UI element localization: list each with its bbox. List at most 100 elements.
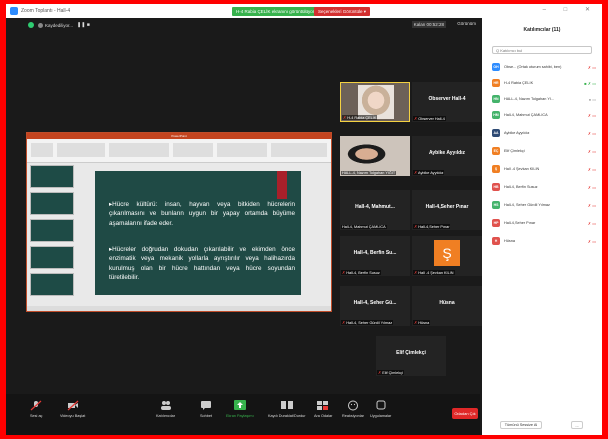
participant-name: Hall-4,Seher Pınar (504, 221, 536, 225)
participant-row[interactable]: HS Hall-4, Seher Gürdil Yılmaz ✗ ▭ (492, 200, 598, 210)
participant-tile-aybike[interactable]: Aybike Ayyıldız ✗ Aybike Ayyıldız (412, 136, 482, 176)
tile-name: Hall-4, Berfin Su... (353, 250, 397, 256)
more-options-button[interactable]: ... (571, 421, 583, 429)
participant-name: Hall-4, Berfin Susuz (504, 185, 538, 189)
powerpoint-status-bar (27, 306, 331, 311)
mic-video-status-icon: ✗ ▭ (587, 112, 596, 118)
window-title: Zoom Toplantı - Hall-4 (21, 8, 71, 14)
slide-thumbnail[interactable] (30, 192, 74, 215)
breakout-rooms-icon (317, 401, 329, 410)
participant-row[interactable]: Ş Hall -4 Şevkan KILIN ✗ ▭ (492, 164, 598, 174)
participant-row[interactable]: HN HALL-4, Nazım Tolgahan Yİ... ● ▭ (492, 94, 598, 104)
view-toggle-button[interactable]: Görünüm (457, 21, 476, 26)
tile-name: Hall-4, Seher Gü... (353, 300, 397, 306)
share-screen-button[interactable]: Ekran Paylaşımı (226, 400, 254, 418)
tile-label: ✗ Elif Çimlekçi (377, 370, 404, 375)
start-video-button[interactable]: Videoyu Başlat (60, 400, 85, 418)
slide-thumbnail[interactable] (30, 246, 74, 269)
shared-screen: PowerPoint ▸Hücre kültürü: insan, hayvan… (26, 132, 332, 312)
tile-name: Observer Hall-4 (428, 96, 466, 102)
participant-tile-elif[interactable]: Elif Çimlekçi ✗ Elif Çimlekçi (376, 336, 446, 376)
avatar: Ş (434, 240, 460, 266)
participant-row[interactable]: HB Hall-4, Berfin Susuz ✗ ▭ (492, 182, 598, 192)
participant-video (358, 85, 394, 119)
smiley-icon (347, 400, 358, 411)
mic-video-status-icon: ✗ ▭ (587, 166, 596, 172)
muted-mic-icon (30, 400, 42, 411)
chat-icon (201, 401, 212, 410)
tile-name: Hall-4,Seher Pınar (425, 204, 469, 210)
tile-label: ✗ H-4 Rabia ÇELİK (342, 115, 378, 120)
participant-tile-seher-pinar[interactable]: Hall-4,Seher Pınar ✗ Hall-4,Seher Pınar (412, 190, 482, 230)
mic-video-status-icon: ● ▭ (588, 96, 596, 102)
participant-tile-berfin[interactable]: Hall-4, Berfin Su... ✗ Hall-4, Berfin Su… (340, 236, 410, 276)
recording-controls-icon[interactable]: ❚❚ ■ (77, 22, 90, 28)
tile-name: Aybike Ayyıldız (428, 150, 466, 156)
window-controls[interactable]: – □ ✕ (543, 6, 598, 13)
avatar: AA (492, 129, 500, 137)
video-off-icon (67, 400, 79, 411)
avatar: HM (492, 111, 500, 119)
participant-row[interactable]: HP Hall-4,Seher Pınar ✗ ▭ (492, 218, 598, 228)
tile-label: Hall-4, Mahmut ÇAMLICA (341, 225, 387, 229)
participant-row[interactable]: HM Hall-4, Mahmut ÇAMLICA ✗ ▭ (492, 110, 598, 120)
recording-icon (38, 22, 43, 28)
slide-thumbnail[interactable] (30, 219, 74, 242)
avatar: H (492, 237, 500, 245)
unmute-button[interactable]: Sesi aç (30, 400, 42, 418)
participant-row[interactable]: HR H-4 Rabia ÇELİK ■ ✗ ▭ (492, 78, 598, 88)
participant-name: Aybike Ayyıldız (504, 131, 530, 135)
tile-name: Hüsna (439, 300, 455, 306)
participant-tile-seher-gurdil[interactable]: Hall-4, Seher Gü... ✗ Hall-4, Seher Gürd… (340, 286, 410, 326)
participant-tile-nazim[interactable]: HALL-4, Nazım Tolgahan YİĞİT (340, 136, 410, 176)
tile-label: ✗ Hüsna (413, 320, 431, 325)
chat-button[interactable]: Sohbet (200, 400, 212, 418)
avatar: Ş (492, 165, 500, 173)
meeting-area: Kaydediliyor... ❚❚ ■ Kalan 00:52:28 Görü… (6, 18, 482, 394)
participants-button[interactable]: Katılımcılar (156, 400, 175, 418)
recording-status: Kaydediliyor... (45, 22, 74, 28)
zoom-app-icon (10, 7, 18, 15)
title-bar: Zoom Toplantı - Hall-4 H-4 Rabia ÇELİK e… (6, 4, 602, 18)
participant-row[interactable]: AA Aybike Ayyıldız ✗ ▭ (492, 128, 598, 138)
mute-all-button[interactable]: Tümünü Sessize Al (500, 421, 542, 429)
participant-row[interactable]: EÇ Elif Çimlekçi ✗ ▭ (492, 146, 598, 156)
share-screen-icon (233, 400, 246, 410)
slide-thumbnail[interactable] (30, 273, 74, 296)
avatar: OH (492, 63, 500, 71)
participant-row[interactable]: OH Obse... (Ortak oturum sahibi, ben) ✗ … (492, 62, 598, 72)
mic-video-status-icon: ■ ✗ ▭ (584, 80, 596, 86)
tile-label: HALL-4, Nazım Tolgahan YİĞİT (341, 171, 397, 175)
apps-button[interactable]: Uygulamalar (370, 400, 391, 418)
mic-video-status-icon: ✗ ▭ (587, 64, 596, 70)
participant-tile-mahmut[interactable]: Hall-4, Mahmut... Hall-4, Mahmut ÇAMLICA (340, 190, 410, 230)
view-options-button[interactable]: Seçenekleri Görüntüle ▾ (314, 7, 371, 16)
apps-icon (376, 400, 386, 410)
tile-label: ✗ Hall -4 Şevkan KILIN (413, 270, 455, 275)
slide-thumbnail[interactable] (30, 165, 74, 188)
participant-tile-observer[interactable]: Observer Hall-4 ✗ Observer Hall-4 (412, 82, 482, 122)
pause-stop-icon (280, 401, 293, 409)
record-button[interactable]: Kaydı Duraklat/Durdur (268, 400, 306, 418)
participant-video (340, 136, 410, 176)
panel-footer: Tümünü Sessize Al ... (482, 418, 602, 432)
current-slide: ▸Hücre kültürü: insan, hayvan veya bitki… (95, 171, 301, 295)
meeting-toolbar: Sesi aç Videoyu Başlat Katılımcılar Sohb… (6, 394, 480, 435)
leave-meeting-button[interactable]: Odadan Çık (452, 408, 478, 419)
breakout-rooms-button[interactable]: Ara Odalar (314, 400, 332, 418)
participant-name: Hall-4, Mahmut ÇAMLICA (504, 113, 548, 117)
reactions-button[interactable]: Reaksiyonlar (342, 400, 364, 418)
mic-video-status-icon: ✗ ▭ (587, 130, 596, 136)
participant-search-input[interactable]: Q Katılımcı bul (492, 46, 592, 54)
participant-name: HALL-4, Nazım Tolgahan Yİ... (504, 97, 555, 101)
tile-label: ✗ Hall-4, Berfin Susuz (341, 270, 381, 275)
participant-tile-husna[interactable]: Hüsna ✗ Hüsna (412, 286, 482, 326)
participant-tile-sevkan[interactable]: Ş ✗ Hall -4 Şevkan KILIN (412, 236, 482, 276)
participant-tile-rabia[interactable]: ✗ H-4 Rabia ÇELİK (340, 82, 410, 122)
powerpoint-ribbon (27, 139, 331, 163)
participant-name: Obse... (Ortak oturum sahibi, ben) (504, 65, 562, 69)
participants-panel: Katılımcılar (11) Q Katılımcı bul OH Obs… (482, 18, 602, 435)
mic-video-status-icon: ✗ ▭ (587, 148, 596, 154)
security-shield-icon[interactable] (28, 22, 34, 28)
participant-row[interactable]: H Hüsna ✗ ▭ (492, 236, 598, 246)
